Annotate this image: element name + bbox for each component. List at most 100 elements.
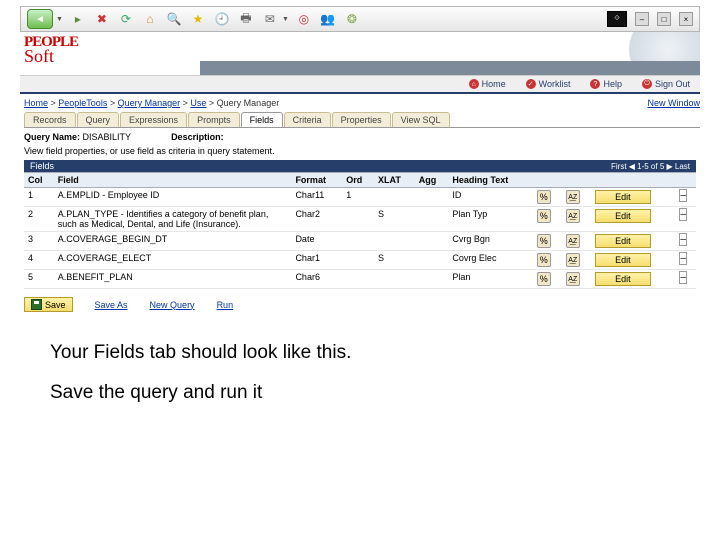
edit-button[interactable]: Edit <box>595 190 651 204</box>
tab-fields[interactable]: Fields <box>241 112 283 127</box>
nav-worklist[interactable]: ✓Worklist <box>526 79 571 89</box>
home-nav-icon: ⌂ <box>469 79 479 89</box>
new-query-link[interactable]: New Query <box>150 300 195 310</box>
pager-text: First ◀ 1-5 of 5 ▶ Last <box>611 162 690 171</box>
worklist-nav-icon: ✓ <box>526 79 536 89</box>
cell: 5 <box>24 270 54 289</box>
col-Heading Text: Heading Text <box>448 173 532 188</box>
close-button[interactable]: × <box>679 12 693 26</box>
table-row: 4A.COVERAGE_ELECTChar1SCovrg Elec%A͟ZEdi… <box>24 251 696 270</box>
table-header-row: ColFieldFormatOrdXLATAggHeading Text <box>24 173 696 188</box>
criteria-icon[interactable]: % <box>537 253 551 267</box>
cell: Plan <box>448 270 532 289</box>
fields-table: ColFieldFormatOrdXLATAggHeading Text 1 A.… <box>24 172 696 289</box>
target-icon[interactable]: ◎ <box>295 10 313 28</box>
cell: Plan Typ <box>448 207 532 232</box>
pager[interactable]: First ◀ 1-5 of 5 ▶ Last <box>611 162 690 171</box>
breadcrumb: Home > PeopleTools > Query Manager > Use… <box>24 98 279 108</box>
tab-prompts[interactable]: Prompts <box>188 112 240 127</box>
cell: Char11 <box>291 188 342 207</box>
home-icon[interactable]: ⌂ <box>141 10 159 28</box>
fields-bar-title: Fields <box>30 161 54 171</box>
save-as-link[interactable]: Save As <box>95 300 128 310</box>
col-action <box>562 173 591 188</box>
cell: Char1 <box>291 251 342 270</box>
crumb-peopletools[interactable]: PeopleTools <box>58 98 107 108</box>
stop-icon[interactable]: ✖ <box>93 10 111 28</box>
criteria-icon[interactable]: % <box>537 234 551 248</box>
nav-home-label: Home <box>482 79 506 89</box>
cell <box>415 188 449 207</box>
cell <box>342 251 374 270</box>
search-icon[interactable]: 🔍 <box>165 10 183 28</box>
save-button[interactable]: Save <box>24 297 73 312</box>
disk-icon <box>31 299 42 310</box>
crumb-home[interactable]: Home <box>24 98 48 108</box>
nav-signout[interactable]: ⏻Sign Out <box>642 79 690 89</box>
sort-icon[interactable]: A͟Z <box>566 272 580 286</box>
nav-home[interactable]: ⌂Home <box>469 79 506 89</box>
run-link[interactable]: Run <box>217 300 234 310</box>
new-window-link[interactable]: New Window <box>647 98 700 108</box>
query-name-value: DISABILITY <box>83 132 132 142</box>
delete-button[interactable]: – <box>679 271 687 284</box>
print-icon[interactable]: 🖶 <box>237 10 255 28</box>
history-icon[interactable]: 🕘 <box>213 10 231 28</box>
cell: 1 <box>24 188 54 207</box>
refresh-icon[interactable]: ⟳ <box>117 10 135 28</box>
col-action <box>675 173 696 188</box>
col-Field: Field <box>54 173 292 188</box>
tab-strip: RecordsQueryExpressionsPromptsFieldsCrit… <box>24 112 700 127</box>
tab-expressions[interactable]: Expressions <box>120 112 187 127</box>
header-nav: ⌂Home ✓Worklist ?Help ⏻Sign Out <box>20 76 700 94</box>
captions: Your Fields tab should look like this. S… <box>50 342 670 404</box>
restore-button[interactable]: □ <box>657 12 671 26</box>
tab-query[interactable]: Query <box>77 112 120 127</box>
delete-button[interactable]: – <box>679 208 687 221</box>
edit-button[interactable]: Edit <box>595 234 651 248</box>
cell: A.COVERAGE_ELECT <box>54 251 292 270</box>
sort-icon[interactable]: A͟Z <box>566 190 580 204</box>
cell <box>415 270 449 289</box>
cell: 2 <box>24 207 54 232</box>
cell: Covrg Elec <box>448 251 532 270</box>
cell <box>374 232 415 251</box>
back-button[interactable]: ◄ <box>27 9 53 29</box>
tab-criteria[interactable]: Criteria <box>284 112 331 127</box>
mail-dropdown[interactable]: ▼ <box>282 16 289 23</box>
tab-properties[interactable]: Properties <box>332 112 391 127</box>
tab-records[interactable]: Records <box>24 112 76 127</box>
criteria-icon[interactable]: % <box>537 272 551 286</box>
nav-help[interactable]: ?Help <box>590 79 622 89</box>
criteria-icon[interactable]: % <box>537 209 551 223</box>
mail-icon[interactable]: ✉ <box>261 10 279 28</box>
sort-icon[interactable]: A͟Z <box>566 234 580 248</box>
people-icon[interactable]: 👥 <box>319 10 337 28</box>
back-dropdown[interactable]: ▼ <box>56 16 63 23</box>
puzzle-icon[interactable]: ❂ <box>343 10 361 28</box>
crumb-query-manager[interactable]: Query Manager <box>118 98 181 108</box>
sort-icon[interactable]: A͟Z <box>566 209 580 223</box>
criteria-icon[interactable]: % <box>537 190 551 204</box>
edit-button[interactable]: Edit <box>595 253 651 267</box>
cell <box>342 232 374 251</box>
favorites-icon[interactable]: ★ <box>189 10 207 28</box>
crumb-use[interactable]: Use <box>190 98 206 108</box>
throbber-icon: ⟐ <box>607 11 627 27</box>
delete-button[interactable]: – <box>679 233 687 246</box>
hint-text: View field properties, or use field as c… <box>24 146 274 156</box>
breadcrumb-row: Home > PeopleTools > Query Manager > Use… <box>24 98 700 108</box>
delete-button[interactable]: – <box>679 252 687 265</box>
minimize-button[interactable]: – <box>635 12 649 26</box>
edit-button[interactable]: Edit <box>595 209 651 223</box>
forward-button[interactable]: ▸ <box>69 10 87 28</box>
edit-button[interactable]: Edit <box>595 272 651 286</box>
delete-button[interactable]: – <box>679 189 687 202</box>
tab-view-sql[interactable]: View SQL <box>392 112 450 127</box>
cell <box>342 270 374 289</box>
caption-line-2: Save the query and run it <box>50 382 670 404</box>
sort-icon[interactable]: A͟Z <box>566 253 580 267</box>
action-row: Save Save As New Query Run <box>24 297 696 312</box>
col-Agg: Agg <box>415 173 449 188</box>
help-nav-icon: ? <box>590 79 600 89</box>
